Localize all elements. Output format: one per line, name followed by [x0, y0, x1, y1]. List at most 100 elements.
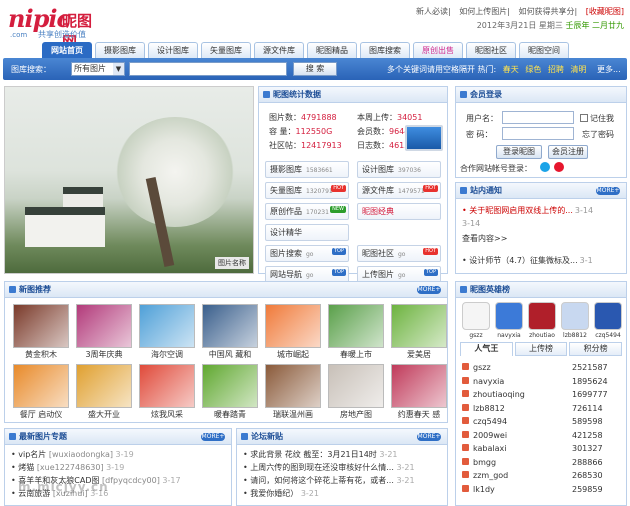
stats-link[interactable]: 昵图经典	[357, 203, 441, 220]
stats-link[interactable]: 矢量图库 1320791 HOT	[265, 182, 349, 199]
search-input[interactable]	[129, 62, 287, 76]
thumbnail-caption[interactable]: 瑞联温州画	[262, 409, 324, 420]
thumbnail-caption[interactable]: 爱美居	[388, 349, 450, 360]
thumbnail-image[interactable]	[265, 364, 321, 408]
thumbnail-image[interactable]	[13, 304, 69, 348]
thumbnail-image[interactable]	[202, 304, 258, 348]
weibo-icon[interactable]	[554, 162, 564, 172]
tab-points-rank[interactable]: 积分榜	[569, 342, 623, 356]
tab-search[interactable]: 图库搜索	[360, 42, 410, 58]
rank-row[interactable]: kabalaxi 301327	[462, 443, 622, 455]
stats-link[interactable]: 设计精华	[265, 224, 349, 241]
hot-keyword[interactable]: 招聘	[548, 65, 564, 74]
special-item[interactable]: • vip名片 [wuxiaodongka] 3-19	[11, 449, 134, 460]
rank-row[interactable]: gszz 2521587	[462, 362, 622, 374]
user-avatar[interactable]	[495, 302, 523, 330]
search-button[interactable]: 搜 索	[293, 62, 337, 76]
site-logo[interactable]: nipic 昵图网 .com 共享创造价值	[8, 4, 104, 51]
tab-sell[interactable]: 原创出售	[413, 42, 463, 58]
tab-home[interactable]: 网站首页	[42, 42, 92, 58]
thumbnail-caption[interactable]: 暖春踏青	[199, 409, 261, 420]
user-avatar[interactable]	[594, 302, 622, 330]
rank-row[interactable]: navyxia 1895624	[462, 376, 622, 388]
thumbnail-caption[interactable]: 3周年庆典	[73, 349, 135, 360]
rank-row[interactable]: zzm_god 268530	[462, 470, 622, 482]
rank-row[interactable]: lk1dy 259859	[462, 484, 622, 496]
hot-keyword[interactable]: 春天	[503, 65, 519, 74]
newpic-more-button[interactable]: MORE+	[417, 286, 441, 294]
avatar-name[interactable]: navyxia	[492, 332, 526, 339]
thumbnail-caption[interactable]: 盛大开业	[73, 409, 135, 420]
avatar-name[interactable]: gszz	[459, 332, 493, 339]
thumbnail-image[interactable]	[76, 364, 132, 408]
stats-link[interactable]: 图片搜索 go TOP	[265, 245, 349, 262]
hot-more-link[interactable]: 更多...	[597, 65, 621, 74]
thumbnail-caption[interactable]: 约惠春天 感	[388, 409, 450, 420]
forum-item[interactable]: • 我爱你婚纪） 3-21	[243, 488, 319, 499]
featured-banner[interactable]: 图片名称	[4, 86, 254, 274]
stats-link[interactable]: 昵图社区 go HOT	[357, 245, 441, 262]
tab-popular[interactable]: 人气王	[460, 342, 513, 356]
notice-view-link[interactable]: 查看内容>>	[462, 233, 624, 244]
thumbnail-caption[interactable]: 房地产图	[325, 409, 387, 420]
forgot-password-link[interactable]: 忘了密码	[582, 129, 614, 140]
rank-row[interactable]: czq5494 589598	[462, 416, 622, 428]
link-how-upload[interactable]: 如何上传图片	[459, 7, 507, 16]
tab-source[interactable]: 源文件库	[254, 42, 304, 58]
forum-item[interactable]: • 上周六传的图到现在还没审核好什么情... 3-21	[243, 462, 415, 473]
forum-item[interactable]: • 请问，如何将这个碎花上蒂有花，或者... 3-21	[243, 475, 415, 486]
thumbnail-image[interactable]	[76, 304, 132, 348]
tab-premium[interactable]: 昵图精品	[307, 42, 357, 58]
thumbnail-image[interactable]	[328, 304, 384, 348]
forum-item[interactable]: • 求此背景 花纹 截至：3月21日14时 3-21	[243, 449, 398, 460]
register-button[interactable]: 会员注册	[548, 145, 588, 159]
password-input[interactable]	[502, 127, 574, 140]
stats-link[interactable]: 原创作品 170231 NEW	[265, 203, 349, 220]
thumbnail-image[interactable]	[391, 304, 447, 348]
tab-design[interactable]: 设计图库	[148, 42, 198, 58]
rank-row[interactable]: bmgg 288866	[462, 457, 622, 469]
link-how-share[interactable]: 如何获得共享分	[519, 7, 575, 16]
thumbnail-image[interactable]	[328, 364, 384, 408]
thumbnail-image[interactable]	[391, 364, 447, 408]
hot-keyword[interactable]: 绿色	[525, 65, 541, 74]
notice-item[interactable]: • 设计师节（4.7）征集微标及... 3-1	[462, 255, 624, 266]
thumbnail-caption[interactable]: 海尔空调	[136, 349, 198, 360]
thumbnail-caption[interactable]: 中国风 藏和	[199, 349, 261, 360]
stats-link[interactable]: 设计图库 397036	[357, 161, 441, 178]
thumbnail-caption[interactable]: 城市崛起	[262, 349, 324, 360]
user-avatar[interactable]	[561, 302, 589, 330]
tab-vector[interactable]: 矢量图库	[201, 42, 251, 58]
special-more-button[interactable]: MORE+	[201, 433, 225, 441]
hot-keyword[interactable]: 清明	[570, 65, 586, 74]
rank-row[interactable]: 2009wei 421258	[462, 430, 622, 442]
stats-link[interactable]: 摄影图库 1583661	[265, 161, 349, 178]
login-button[interactable]: 登录昵图	[496, 145, 542, 159]
thumbnail-caption[interactable]: 黄金积木	[10, 349, 72, 360]
rank-row[interactable]: zhoutiaoqing 1699777	[462, 389, 622, 401]
link-bookmark[interactable]: [收藏昵图]	[586, 7, 624, 16]
tab-photo[interactable]: 摄影图库	[95, 42, 145, 58]
thumbnail-caption[interactable]: 炫我风采	[136, 409, 198, 420]
username-input[interactable]	[502, 111, 574, 124]
user-avatar[interactable]	[528, 302, 556, 330]
avatar-name[interactable]: lzb8812	[558, 332, 592, 339]
notice-more-button[interactable]: MORE+	[596, 187, 620, 195]
link-newbie[interactable]: 新人必读	[416, 7, 448, 16]
thumbnail-caption[interactable]: 餐厅 启动仪	[10, 409, 72, 420]
tab-upload-rank[interactable]: 上传榜	[514, 342, 568, 356]
rank-row[interactable]: lzb8812 726114	[462, 403, 622, 415]
thumbnail-image[interactable]	[139, 304, 195, 348]
thumbnail-image[interactable]	[202, 364, 258, 408]
thumbnail-image[interactable]	[139, 364, 195, 408]
thumbnail-image[interactable]	[265, 304, 321, 348]
avatar-name[interactable]: zhoutiao	[525, 332, 559, 339]
notice-item[interactable]: • 关于昵图网启用双线上传的... 3-14	[462, 205, 624, 216]
stats-link[interactable]: 源文件库 1479571 HOT	[357, 182, 441, 199]
special-item[interactable]: • 烤猫 [xue122748630] 3-19	[11, 462, 124, 473]
forum-more-button[interactable]: MORE+	[417, 433, 441, 441]
search-category-select[interactable]: 所有图片 ▼	[71, 62, 125, 76]
avatar-name[interactable]: czq5494	[591, 332, 625, 339]
qq-icon[interactable]	[540, 162, 550, 172]
thumbnail-image[interactable]	[13, 364, 69, 408]
